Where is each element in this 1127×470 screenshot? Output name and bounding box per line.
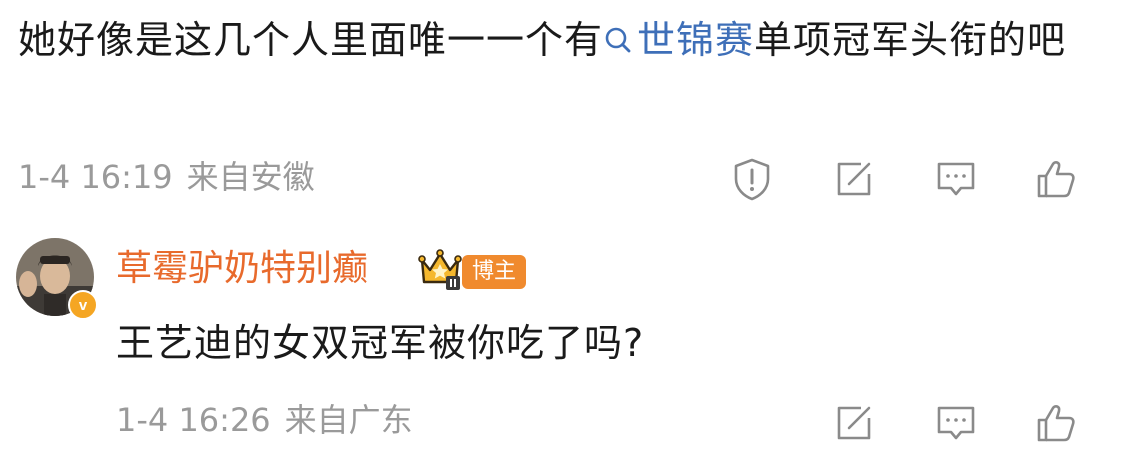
comment-text-before: 她好像是这几个人里面唯一一个有 bbox=[18, 18, 604, 62]
reply-time: 1-4 16:26 bbox=[116, 401, 271, 439]
like-icon bbox=[1037, 405, 1075, 442]
reply-location: 来自广东 bbox=[284, 401, 413, 439]
comment-icon bbox=[937, 162, 975, 196]
search-icon bbox=[603, 12, 633, 72]
avatar[interactable]: v bbox=[16, 238, 98, 320]
verified-mark: v bbox=[78, 296, 88, 314]
comment-icon bbox=[937, 406, 975, 440]
comment-text-after: 单项冠军头衔的吧 bbox=[754, 18, 1067, 62]
crown-icon bbox=[418, 249, 462, 290]
reply-forward-button[interactable] bbox=[828, 397, 880, 449]
forward-button[interactable] bbox=[828, 153, 880, 205]
like-icon bbox=[1037, 161, 1075, 198]
reply-meta: 1-4 16:26 来自广东 bbox=[116, 400, 413, 440]
topic-label: 世锦赛 bbox=[637, 18, 755, 62]
reply-comment-button[interactable] bbox=[930, 397, 982, 449]
reply-text: 王艺迪的女双冠军被你吃了吗? bbox=[116, 321, 645, 365]
comment-time: 1-4 16:19 bbox=[18, 158, 173, 196]
comment-location: 来自安徽 bbox=[186, 158, 315, 196]
forward-icon bbox=[837, 406, 871, 440]
topic-link[interactable]: 世锦赛 bbox=[603, 18, 754, 62]
report-icon bbox=[734, 158, 770, 201]
forward-icon bbox=[837, 162, 871, 196]
username[interactable]: 草霉驴奶特别癫 bbox=[116, 244, 368, 294]
report-button[interactable] bbox=[726, 153, 778, 205]
comment-text: 她好像是这几个人里面唯一一个有 世锦赛单项冠军头衔的吧 bbox=[18, 10, 1108, 72]
comment-meta: 1-4 16:19 来自安徽 bbox=[18, 157, 315, 197]
verified-badge: v bbox=[68, 290, 98, 320]
reply-like-button[interactable] bbox=[1030, 397, 1082, 449]
comment-thread: 她好像是这几个人里面唯一一个有 世锦赛单项冠军头衔的吧 1-4 16:19 来自安徽 bbox=[0, 0, 1127, 470]
blogger-badge: 博主 bbox=[462, 255, 527, 289]
comment-button[interactable] bbox=[930, 153, 982, 205]
like-button[interactable] bbox=[1030, 153, 1082, 205]
